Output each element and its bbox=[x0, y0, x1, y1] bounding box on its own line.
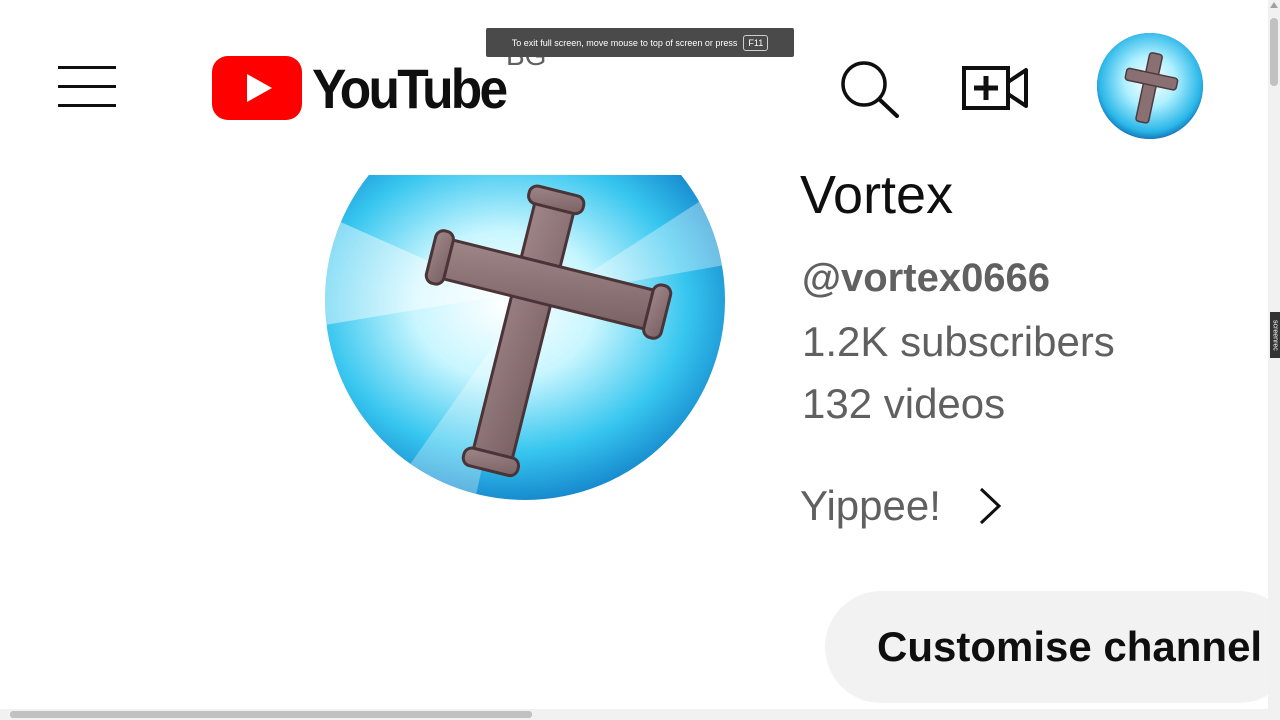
logo-wordmark: YouTube bbox=[312, 56, 508, 120]
channel-avatar[interactable] bbox=[325, 175, 725, 500]
channel-handle: @vortex0666 bbox=[802, 256, 1051, 300]
cross-avatar-image bbox=[325, 175, 725, 500]
menu-button[interactable] bbox=[56, 62, 118, 110]
fullscreen-exit-toast: To exit full screen, move mouse to top o… bbox=[486, 28, 794, 57]
menu-icon-bar bbox=[58, 66, 116, 69]
customise-channel-label: Customise channel bbox=[877, 623, 1263, 670]
customise-channel-button[interactable]: Customise channel bbox=[825, 591, 1280, 703]
scroll-up-arrow-icon[interactable] bbox=[1270, 2, 1278, 8]
horizontal-scrollbar-thumb[interactable] bbox=[10, 711, 532, 718]
vertical-scrollbar[interactable] bbox=[1268, 0, 1280, 720]
menu-icon-bar bbox=[58, 104, 116, 107]
toast-key: F11 bbox=[743, 34, 769, 51]
vertical-scrollbar-thumb[interactable] bbox=[1270, 18, 1278, 86]
search-button[interactable] bbox=[836, 56, 902, 122]
youtube-play-icon bbox=[212, 56, 302, 120]
chevron-right-icon bbox=[979, 487, 1002, 525]
toast-message: To exit full screen, move mouse to top o… bbox=[511, 37, 738, 48]
youtube-logo[interactable]: YouTube bbox=[212, 56, 522, 120]
video-count: 132 videos bbox=[802, 380, 1006, 427]
account-avatar[interactable] bbox=[1097, 33, 1203, 139]
channel-name: Vortex bbox=[800, 165, 954, 225]
create-button[interactable] bbox=[960, 60, 1030, 116]
channel-description-link[interactable]: Yippee! bbox=[800, 480, 1020, 532]
create-video-icon bbox=[962, 66, 1028, 110]
channel-description: Yippee! bbox=[800, 482, 941, 529]
subscriber-count: 1.2K subscribers bbox=[802, 318, 1115, 365]
menu-icon-bar bbox=[58, 85, 116, 88]
screenrec-watermark: screenrec bbox=[1270, 312, 1280, 358]
cross-avatar-image bbox=[1097, 33, 1203, 139]
search-icon bbox=[841, 61, 899, 118]
